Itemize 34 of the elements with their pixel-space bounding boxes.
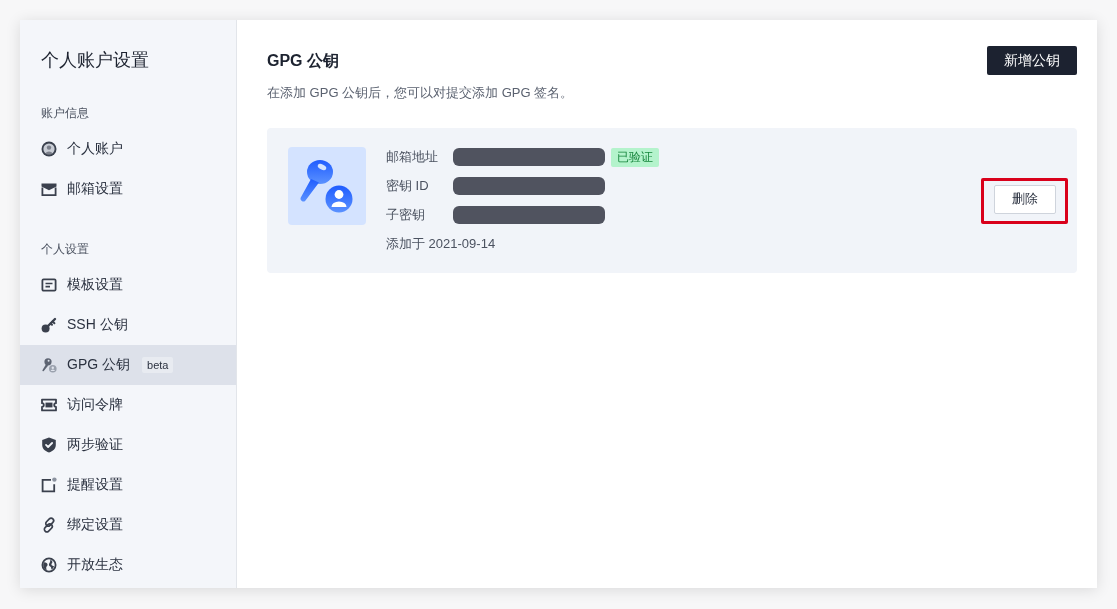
- nav-item[interactable]: 个人账户: [20, 129, 236, 169]
- globe-icon: [41, 557, 57, 573]
- page-title: GPG 公钥: [267, 50, 339, 71]
- page-description: 在添加 GPG 公钥后，您可以对提交添加 GPG 签名。: [267, 84, 574, 102]
- notification-square-icon: [41, 477, 57, 493]
- section-heading: 个人设置: [41, 241, 89, 258]
- nav-item[interactable]: 绑定设置: [20, 505, 236, 545]
- section-heading: 账户信息: [41, 105, 89, 122]
- key-icon: [41, 317, 57, 333]
- user-circle-icon: [41, 141, 57, 157]
- envelope-icon: [41, 181, 57, 197]
- delete-button[interactable]: 删除: [993, 184, 1056, 214]
- shield-check-icon: [41, 437, 57, 453]
- add-key-button[interactable]: 新增公钥: [987, 46, 1077, 75]
- nav-item[interactable]: 邮箱设置: [20, 169, 236, 209]
- nav-item[interactable]: 开放生态: [20, 545, 236, 585]
- verified-badge: 已验证: [611, 147, 659, 167]
- ticket-icon: [41, 397, 57, 413]
- beta-badge: beta: [142, 357, 174, 373]
- nav-item[interactable]: 两步验证: [20, 425, 236, 465]
- template-icon: [41, 277, 57, 293]
- field-label: 子密钥: [386, 206, 426, 224]
- field-label: 密钥 ID: [386, 177, 430, 195]
- nav-item[interactable]: GPG 公钥 beta: [20, 345, 236, 385]
- key-user-icon: [288, 147, 366, 225]
- nav-item[interactable]: SSH 公钥: [20, 305, 236, 345]
- field-label: 邮箱地址: [386, 148, 439, 166]
- key-user-icon: [41, 357, 57, 373]
- added-date: 添加于 2021-09-14: [386, 235, 496, 253]
- sidebar-title: 个人账户设置: [41, 49, 149, 72]
- link-icon: [41, 517, 57, 533]
- nav-item[interactable]: 提醒设置: [20, 465, 236, 505]
- nav-item[interactable]: 模板设置: [20, 265, 236, 305]
- nav-item[interactable]: 访问令牌: [20, 385, 236, 425]
